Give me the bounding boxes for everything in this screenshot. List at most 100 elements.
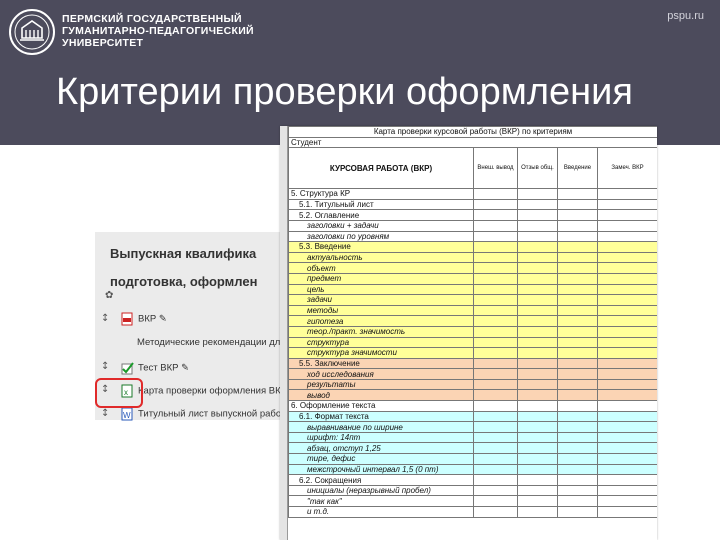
gear-icon[interactable]: ✿ [105,290,113,301]
score-cell[interactable] [596,304,657,317]
score-cell[interactable] [596,463,657,476]
score-cell[interactable] [517,283,558,296]
score-cell[interactable] [473,389,518,402]
score-cell[interactable] [557,453,598,465]
score-cell[interactable] [517,336,558,349]
score-cell[interactable] [596,251,657,264]
score-cell[interactable] [517,219,558,232]
score-cell[interactable] [517,431,558,444]
score-cell[interactable] [557,272,598,285]
score-cell[interactable] [517,325,558,338]
score-cell[interactable] [596,262,657,274]
score-cell[interactable] [473,421,518,433]
score-cell[interactable] [473,431,518,444]
score-cell[interactable] [596,198,657,211]
score-cell[interactable] [517,315,558,327]
activity-link[interactable]: Методические рекомендации дл [137,337,280,348]
score-cell[interactable] [557,484,598,497]
score-cell[interactable] [517,442,558,455]
score-cell[interactable] [596,431,657,444]
score-cell[interactable] [557,347,598,359]
score-cell[interactable] [473,251,518,264]
score-cell[interactable] [557,474,598,486]
score-cell[interactable] [473,400,518,412]
score-cell[interactable] [517,368,558,380]
score-cell[interactable] [557,294,598,306]
score-cell[interactable] [473,272,518,285]
score-cell[interactable] [557,357,598,370]
score-cell[interactable] [517,474,558,486]
score-cell[interactable] [557,241,598,253]
score-cell[interactable] [596,209,657,221]
score-cell[interactable] [557,198,598,211]
score-cell[interactable] [557,400,598,412]
score-cell[interactable] [557,325,598,338]
score-cell[interactable] [473,378,518,391]
score-cell[interactable] [517,230,558,243]
score-cell[interactable] [517,347,558,359]
score-cell[interactable] [596,357,657,370]
score-cell[interactable] [473,304,518,317]
score-cell[interactable] [596,283,657,296]
score-cell[interactable] [473,495,518,507]
score-cell[interactable] [473,219,518,232]
score-cell[interactable] [473,209,518,221]
score-cell[interactable] [596,241,657,253]
score-cell[interactable] [473,463,518,476]
score-cell[interactable] [473,442,518,455]
score-cell[interactable] [517,262,558,274]
score-cell[interactable] [596,294,657,306]
score-cell[interactable] [557,368,598,380]
score-cell[interactable] [473,294,518,306]
score-cell[interactable] [596,421,657,433]
score-cell[interactable] [517,410,558,423]
score-cell[interactable] [517,251,558,264]
score-cell[interactable] [473,357,518,370]
score-cell[interactable] [557,431,598,444]
score-cell[interactable] [557,283,598,296]
score-cell[interactable] [557,378,598,391]
score-cell[interactable] [473,453,518,465]
score-cell[interactable] [473,484,518,497]
score-cell[interactable] [596,453,657,465]
score-cell[interactable] [517,241,558,253]
score-cell[interactable] [473,410,518,423]
score-cell[interactable] [473,283,518,296]
score-cell[interactable] [596,389,657,402]
score-cell[interactable] [517,198,558,211]
score-cell[interactable] [473,262,518,274]
score-cell[interactable] [557,219,598,232]
score-cell[interactable] [596,410,657,423]
move-icon[interactable]: ↕ [101,408,109,419]
score-cell[interactable] [557,421,598,433]
activity-link[interactable]: ВКР ✎ [121,312,167,326]
score-cell[interactable] [473,198,518,211]
score-cell[interactable] [557,251,598,264]
score-cell[interactable] [473,241,518,253]
score-cell[interactable] [596,368,657,380]
score-cell[interactable] [473,188,518,200]
activity-link[interactable]: x Карта проверки оформления ВКР [121,384,287,398]
score-cell[interactable] [517,400,558,412]
score-cell[interactable] [557,188,598,200]
move-icon[interactable]: ↕ [101,313,109,324]
score-cell[interactable] [473,368,518,380]
activity-link[interactable]: Тест ВКР ✎ [121,361,189,375]
score-cell[interactable] [557,495,598,507]
score-cell[interactable] [596,474,657,486]
score-cell[interactable] [517,495,558,507]
score-cell[interactable] [517,421,558,433]
activity-link[interactable]: W Титульный лист выпускной работ [121,407,285,421]
score-cell[interactable] [517,463,558,476]
score-cell[interactable] [517,304,558,317]
score-cell[interactable] [557,209,598,221]
score-cell[interactable] [557,506,598,518]
score-cell[interactable] [596,484,657,497]
score-cell[interactable] [596,347,657,359]
score-cell[interactable] [557,389,598,402]
score-cell[interactable] [473,474,518,486]
score-cell[interactable] [473,325,518,338]
score-cell[interactable] [596,315,657,327]
score-cell[interactable] [596,378,657,391]
score-cell[interactable] [596,272,657,285]
